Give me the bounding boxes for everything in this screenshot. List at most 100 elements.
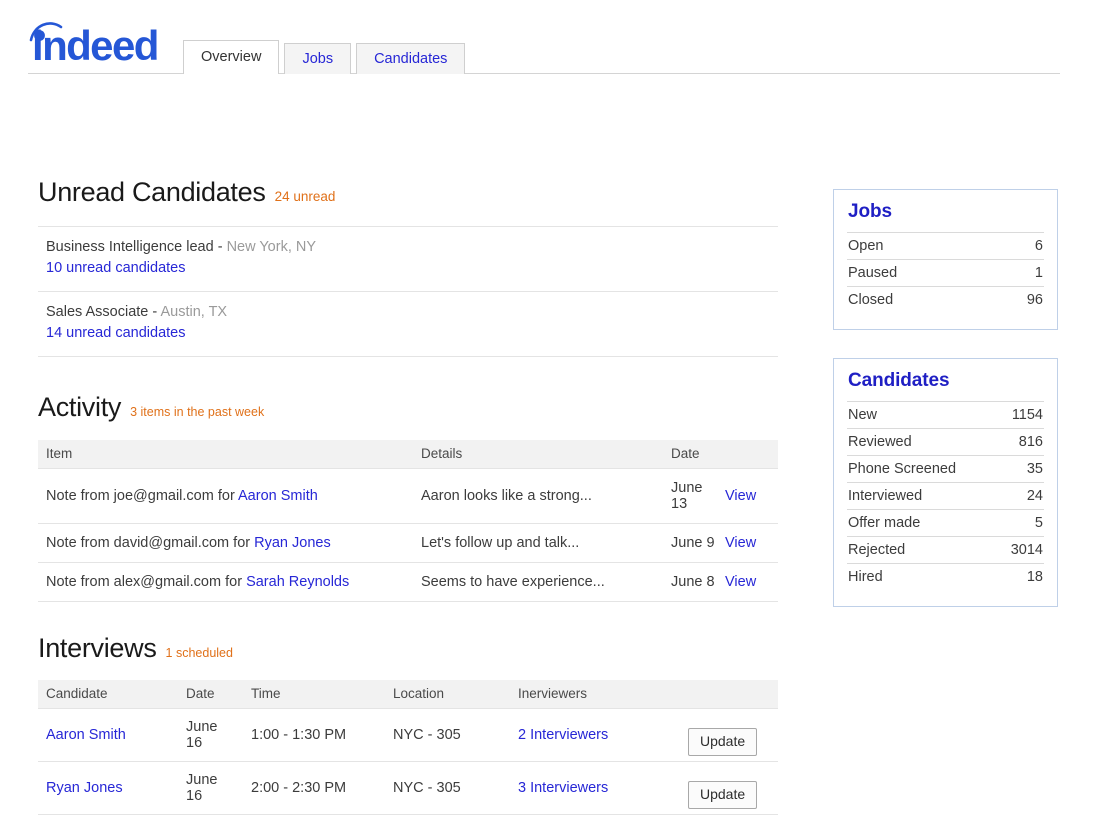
view-link[interactable]: View: [725, 574, 756, 590]
unread-candidates-list: Business Intelligence lead - New York, N…: [38, 225, 778, 357]
candidate-link[interactable]: Ryan Jones: [46, 780, 123, 796]
activity-item-cell: Note from alex@gmail.com for Sarah Reyno…: [38, 562, 413, 602]
activity-candidate-link[interactable]: Ryan Jones: [254, 535, 331, 551]
column-header-location: Location: [385, 680, 510, 710]
activity-details-cell: Let's follow up and talk...: [413, 523, 663, 563]
main-tabs: Overview Jobs Candidates: [183, 40, 466, 75]
sidebar: Jobs Open 6 Paused 1 Closed 96 Candidate…: [833, 189, 1058, 635]
table-row: Ryan Jones June 16 2:00 - 2:30 PM NYC - …: [38, 761, 778, 815]
stat-value: 3014: [1010, 542, 1043, 558]
stat-row-phone-screened: Phone Screened 35: [847, 455, 1044, 482]
activity-count-badge: 3 items in the past week: [130, 404, 265, 419]
interviews-header: Interviews 1 scheduled: [38, 632, 778, 664]
interviews-table-header: Candidate Date Time Location Inerviewers: [38, 680, 778, 710]
activity-title: Activity: [38, 391, 122, 422]
unread-job-title: Sales Associate: [46, 303, 149, 320]
activity-date-cell: June 8: [663, 562, 725, 602]
interview-date-cell: June 16: [178, 761, 243, 815]
stat-label: Paused: [848, 265, 898, 281]
unread-candidates-section: Unread Candidates 24 unread Business Int…: [38, 177, 778, 357]
stat-row-reviewed: Reviewed 816: [847, 428, 1044, 455]
view-link[interactable]: View: [725, 488, 756, 504]
interview-time-cell: 2:00 - 2:30 PM: [243, 761, 385, 815]
interviewers-link[interactable]: 2 Interviewers: [518, 727, 608, 743]
activity-action-cell: View: [725, 523, 778, 563]
activity-item-prefix: Note from alex@gmail.com for: [46, 573, 247, 590]
stat-label: Reviewed: [848, 434, 912, 450]
main-column: Unread Candidates 24 unread Business Int…: [38, 177, 778, 815]
column-header-action: [680, 680, 778, 710]
table-header-row: Item Details Date: [38, 439, 778, 469]
unread-candidates-link[interactable]: 14 unread candidates: [46, 324, 774, 344]
activity-header: Activity 3 items in the past week: [38, 391, 778, 423]
interviewers-link[interactable]: 3 Interviewers: [518, 780, 608, 796]
table-row: Note from alex@gmail.com for Sarah Reyno…: [38, 562, 778, 602]
activity-table-body: Note from joe@gmail.com for Aaron Smith …: [38, 468, 778, 602]
column-header-date: Date: [663, 439, 725, 469]
unread-job-location: New York, NY: [226, 238, 317, 255]
jobs-summary-card: Jobs Open 6 Paused 1 Closed 96: [833, 189, 1058, 330]
view-link[interactable]: View: [725, 535, 756, 551]
unread-count-badge: 24 unread: [274, 189, 336, 204]
activity-candidate-link[interactable]: Sarah Reynolds: [246, 574, 349, 590]
interviews-section: Interviews 1 scheduled Candidate Date Ti…: [38, 632, 778, 815]
stat-value: 24: [1026, 488, 1043, 504]
interview-interviewers-cell: 3 Interviewers: [510, 761, 680, 815]
interview-time-cell: 1:00 - 1:30 PM: [243, 708, 385, 763]
column-header-date: Date: [178, 680, 243, 710]
tab-jobs[interactable]: Jobs: [284, 43, 352, 74]
interviews-table: Candidate Date Time Location Inerviewers…: [38, 680, 778, 815]
stat-label: Interviewed: [848, 488, 923, 504]
activity-section: Activity 3 items in the past week Item D…: [38, 391, 778, 602]
activity-candidate-link[interactable]: Aaron Smith: [238, 488, 318, 504]
unread-candidates-link[interactable]: 10 unread candidates: [46, 259, 774, 279]
interview-candidate-cell: Ryan Jones: [38, 761, 178, 815]
interview-candidate-cell: Aaron Smith: [38, 708, 178, 763]
tab-candidates[interactable]: Candidates: [356, 43, 466, 74]
stat-row-open: Open 6: [847, 232, 1044, 259]
stat-row-interviewed: Interviewed 24: [847, 482, 1044, 509]
page-title: Unread Candidates: [38, 177, 266, 207]
interviews-title: Interviews: [38, 632, 157, 663]
activity-details-cell: Aaron looks like a strong...: [413, 468, 663, 524]
stat-row-new: New 1154: [847, 401, 1044, 428]
stat-label: Open: [848, 238, 884, 254]
activity-item-cell: Note from david@gmail.com for Ryan Jones: [38, 523, 413, 563]
unread-job-line: Business Intelligence lead - New York, N…: [46, 238, 774, 258]
update-button[interactable]: Update: [688, 781, 758, 810]
column-header-time: Time: [243, 680, 385, 710]
activity-item-prefix: Note from david@gmail.com for: [46, 534, 255, 551]
table-header-row: Candidate Date Time Location Inerviewers: [38, 680, 778, 710]
stat-row-rejected: Rejected 3014: [847, 536, 1044, 563]
interview-location-cell: NYC - 305: [385, 708, 510, 763]
indeed-logo[interactable]: indeed: [28, 18, 173, 64]
unread-job-title: Business Intelligence lead: [46, 238, 214, 255]
table-row: Note from joe@gmail.com for Aaron Smith …: [38, 468, 778, 524]
column-header-details: Details: [413, 439, 663, 469]
update-button[interactable]: Update: [688, 728, 758, 757]
candidate-link[interactable]: Aaron Smith: [46, 727, 126, 743]
activity-details-cell: Seems to have experience...: [413, 562, 663, 602]
column-header-action: [725, 439, 778, 469]
interview-interviewers-cell: 2 Interviewers: [510, 708, 680, 763]
svg-text:indeed: indeed: [32, 22, 158, 64]
column-header-interviewers: Inerviewers: [510, 680, 680, 710]
unread-candidates-header: Unread Candidates 24 unread: [38, 177, 778, 208]
stat-value: 5: [1034, 515, 1043, 531]
interview-action-cell: Update: [680, 761, 778, 815]
stat-label: Offer made: [848, 515, 921, 531]
app-header: indeed Overview Jobs Candidates: [0, 0, 1100, 75]
activity-action-cell: View: [725, 468, 778, 524]
stat-row-closed: Closed 96: [847, 286, 1044, 313]
activity-date-cell: June 13: [663, 468, 725, 524]
stat-label: New: [848, 407, 878, 423]
activity-item-prefix: Note from joe@gmail.com for: [46, 487, 239, 504]
column-header-item: Item: [38, 439, 413, 469]
activity-date-cell: June 9: [663, 523, 725, 563]
stat-label: Phone Screened: [848, 461, 957, 477]
stat-label: Rejected: [848, 542, 906, 558]
interview-date-cell: June 16: [178, 708, 243, 763]
tab-overview[interactable]: Overview: [183, 40, 280, 75]
unread-job-line: Sales Associate - Austin, TX: [46, 303, 774, 323]
interview-location-cell: NYC - 305: [385, 761, 510, 815]
